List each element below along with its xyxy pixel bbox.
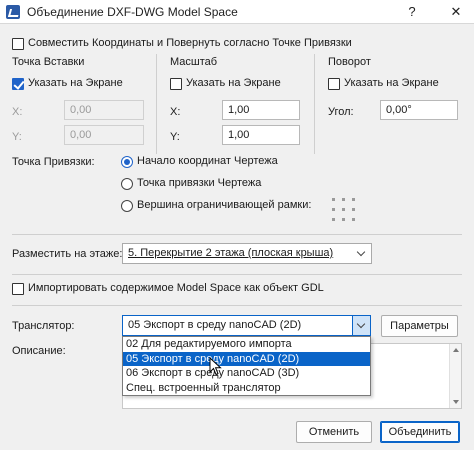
chevron-down-icon [352, 316, 370, 335]
mouse-cursor-icon [209, 357, 222, 376]
translator-option[interactable]: 06 Экспорт в среду nanoCAD (3D) [123, 366, 370, 381]
close-button[interactable]: ✕ [446, 2, 466, 22]
anchor-radio-bbox-vertex[interactable] [121, 200, 133, 212]
dialog-body: Совместить Координаты и Повернуть соглас… [0, 24, 474, 450]
anchor-radio-origin[interactable] [121, 156, 133, 168]
translator-option[interactable]: 05 Экспорт в среду nanoCAD (2D) [123, 351, 370, 366]
divider [12, 305, 462, 306]
divider [12, 274, 462, 275]
combine-checkbox-label: Совместить Координаты и Повернуть соглас… [28, 37, 352, 49]
rotation-heading: Поворот [328, 56, 371, 68]
insertion-x-field[interactable]: 0,00 [64, 100, 144, 120]
help-button[interactable]: ? [402, 2, 422, 22]
translator-select-value: 05 Экспорт в среду nanoCAD (2D) [128, 319, 302, 331]
scale-specify-checkbox[interactable] [170, 78, 182, 90]
rotation-specify-label: Указать на Экране [344, 77, 439, 89]
angle-label: Угол: [328, 106, 354, 118]
cancel-button[interactable]: Отменить [296, 421, 372, 443]
insertion-specify-label: Указать на Экране [28, 77, 123, 89]
rotation-specify-checkbox[interactable] [328, 78, 340, 90]
description-scrollbar[interactable] [449, 344, 461, 408]
insertion-y-field[interactable]: 0,00 [64, 125, 144, 145]
translator-option[interactable]: Спец. встроенный транслятор [123, 381, 370, 396]
chevron-down-icon [353, 244, 371, 263]
scale-x-label: X: [170, 106, 181, 118]
story-label: Разместить на этаже: [12, 248, 123, 260]
scale-heading: Масштаб [170, 56, 218, 68]
window-title: Объединение DXF-DWG Model Space [27, 5, 238, 19]
column-divider [156, 54, 157, 154]
scale-y-field[interactable]: 1,00 [222, 125, 300, 145]
translator-select[interactable]: 05 Экспорт в среду nanoCAD (2D) [122, 315, 371, 336]
story-select-value: 5. Перекрытие 2 этажа (плоская крыша) [128, 247, 334, 259]
bbox-anchor-grid-icon[interactable] [332, 198, 356, 222]
gdl-checkbox[interactable] [12, 283, 24, 295]
translator-option[interactable]: 02 Для редактируемого импорта [123, 337, 370, 352]
combine-checkbox[interactable] [12, 38, 24, 50]
scale-specify-label: Указать на Экране [186, 77, 281, 89]
story-select[interactable]: 5. Перекрытие 2 этажа (плоская крыша) [122, 243, 372, 264]
merge-button[interactable]: Объединить [380, 421, 460, 443]
scale-x-field[interactable]: 1,00 [222, 100, 300, 120]
translator-label: Транслятор: [12, 320, 75, 332]
translator-dropdown-list: 02 Для редактируемого импорта 05 Экспорт… [122, 336, 371, 396]
scale-y-label: Y: [170, 131, 180, 143]
description-label: Описание: [12, 345, 66, 357]
insertion-y-label: Y: [12, 131, 22, 143]
angle-field[interactable]: 0,00° [380, 100, 458, 120]
anchor-option-label: Начало координат Чертежа [137, 155, 278, 167]
anchor-label: Точка Привязки: [12, 156, 95, 168]
app-icon [6, 5, 20, 19]
parameters-button[interactable]: Параметры [381, 315, 458, 337]
anchor-radio-drawing-point[interactable] [121, 178, 133, 190]
gdl-checkbox-label: Импортировать содержимое Model Space как… [28, 282, 324, 294]
divider [12, 234, 462, 235]
insertion-heading: Точка Вставки [12, 56, 85, 68]
column-divider [314, 54, 315, 154]
anchor-option-label: Вершина ограничивающей рамки: [137, 199, 312, 211]
insertion-specify-checkbox[interactable] [12, 78, 24, 90]
title-bar: Объединение DXF-DWG Model Space ? ✕ [0, 0, 474, 24]
insertion-x-label: X: [12, 106, 23, 118]
anchor-option-label: Точка привязки Чертежа [137, 177, 262, 189]
